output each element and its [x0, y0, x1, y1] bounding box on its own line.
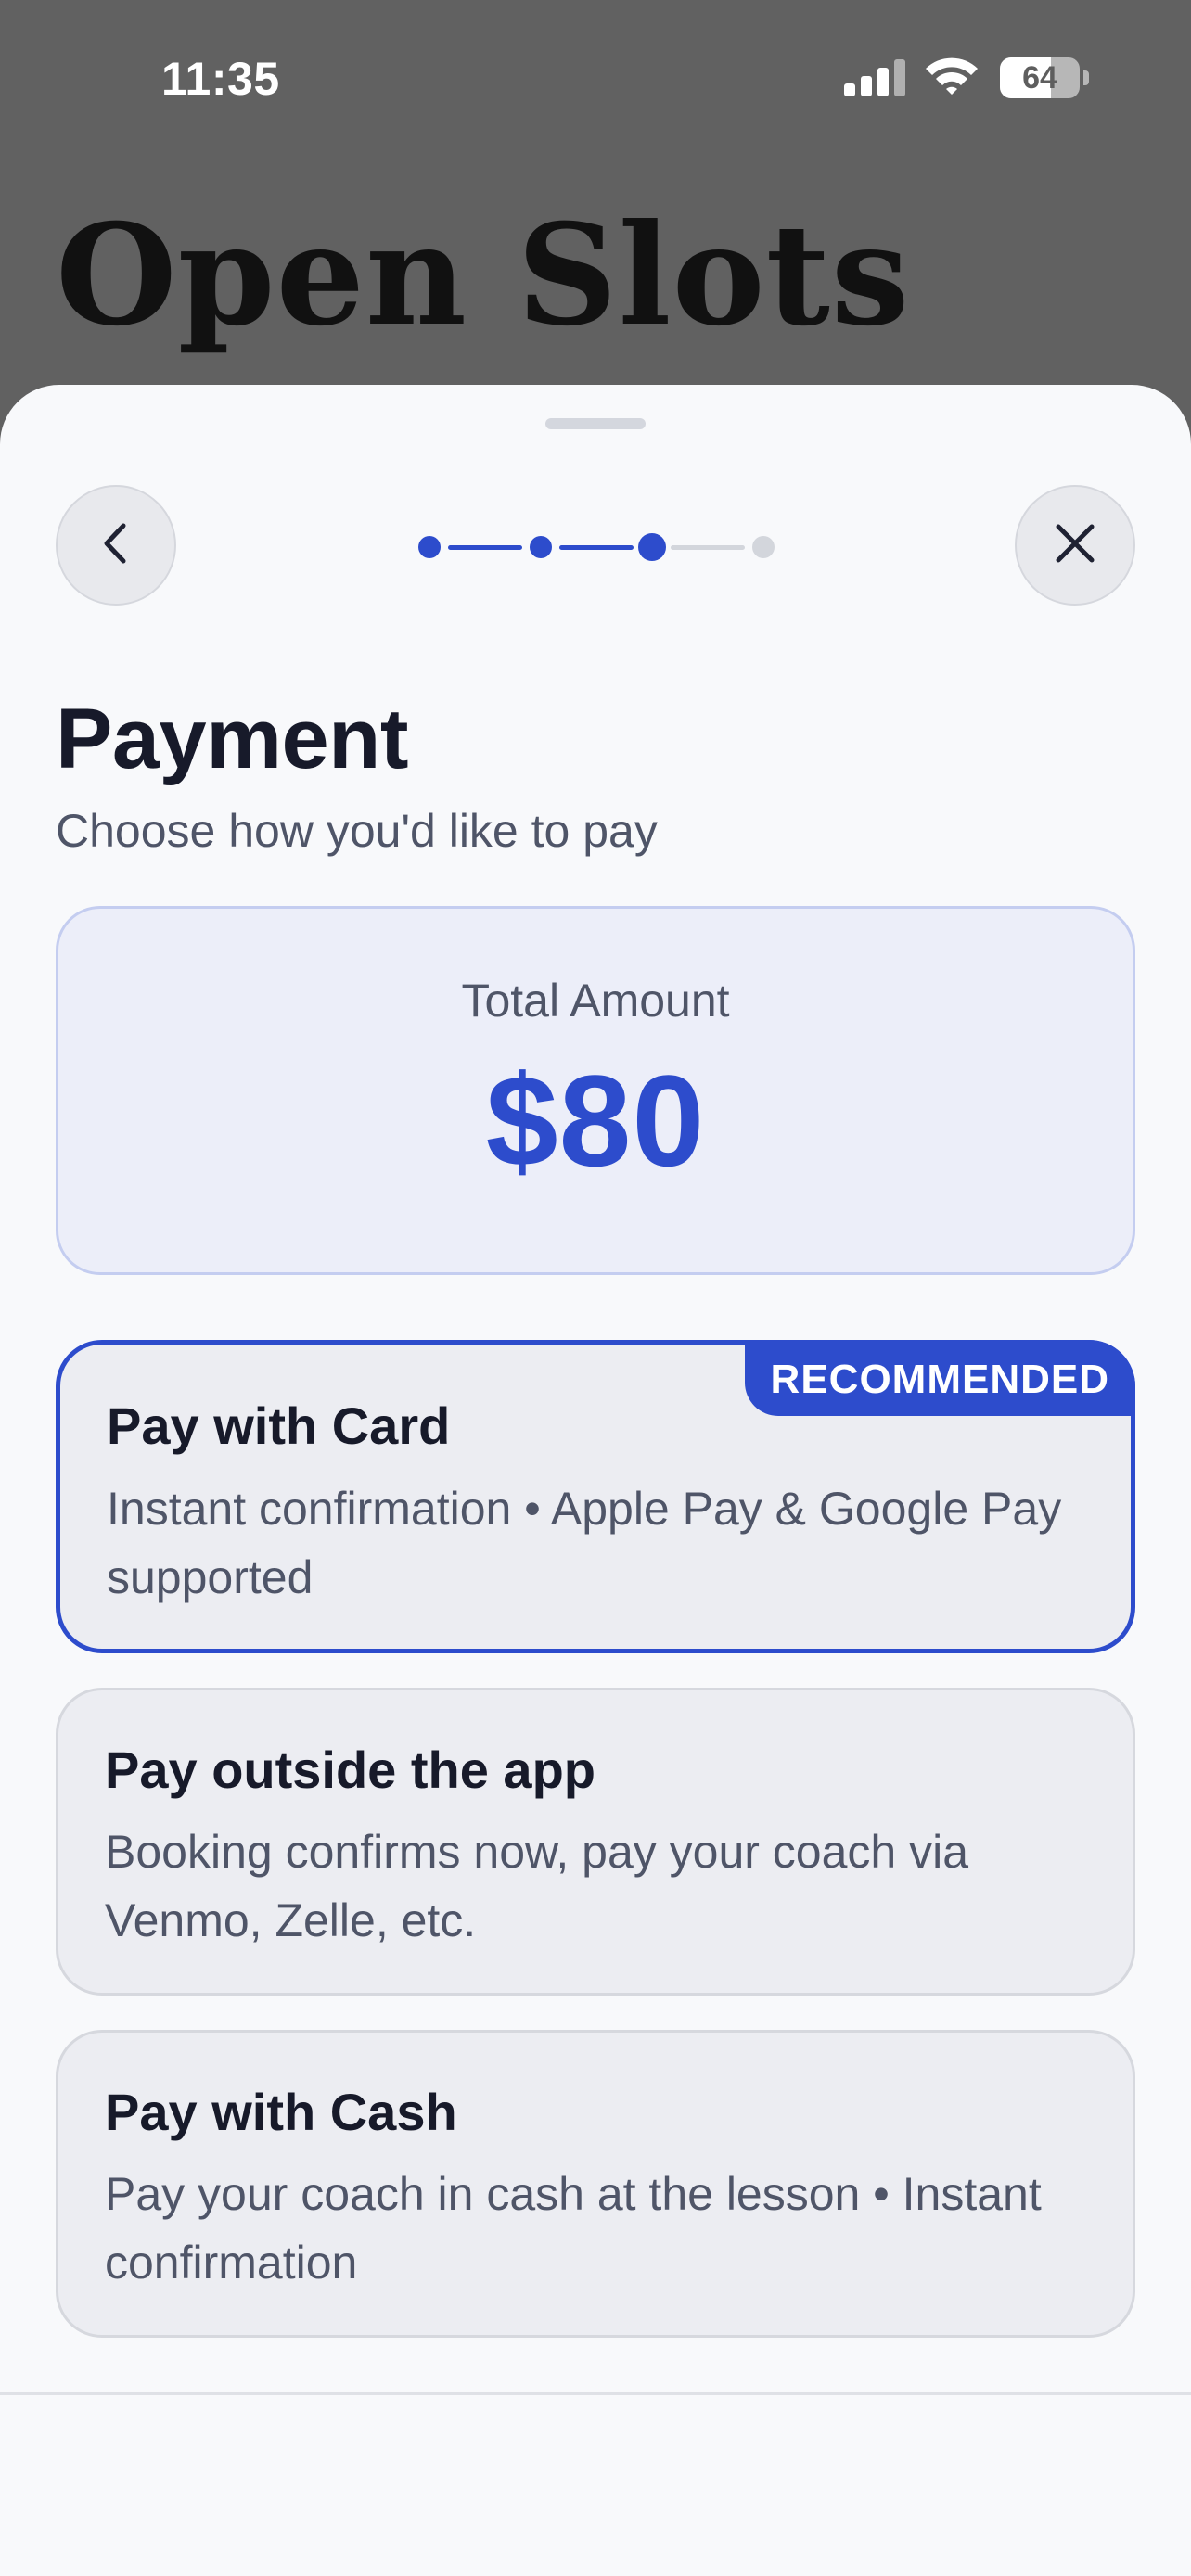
battery-level: 64	[1022, 60, 1057, 96]
status-bar: 11:35 64	[0, 0, 1191, 158]
step-connector	[671, 545, 745, 550]
total-amount-card: Total Amount $80	[56, 906, 1135, 1275]
progress-stepper	[416, 533, 775, 561]
total-amount-value: $80	[485, 1048, 706, 1193]
close-button[interactable]	[1015, 485, 1135, 606]
step-dot	[638, 533, 666, 561]
wifi-icon	[924, 54, 980, 101]
step-connector	[559, 545, 634, 550]
status-time: 11:35	[161, 53, 280, 105]
option-title: Pay with Cash	[105, 2083, 457, 2141]
sheet-grabber[interactable]	[545, 418, 646, 429]
page-title: Payment	[56, 692, 409, 786]
footer-divider	[0, 2392, 1191, 2395]
pay-with-cash-option[interactable]: Pay with Cash Pay your coach in cash at …	[56, 2030, 1135, 2338]
close-icon	[1053, 521, 1097, 570]
step-dot	[752, 536, 775, 558]
payment-sheet: Payment Choose how you'd like to pay Tot…	[0, 385, 1191, 2576]
pay-outside-app-option[interactable]: Pay outside the app Booking confirms now…	[56, 1688, 1135, 1996]
page-subtitle: Choose how you'd like to pay	[56, 805, 658, 857]
step-dot	[530, 536, 552, 558]
recommended-badge: RECOMMENDED	[744, 1340, 1135, 1416]
option-title: Pay outside the app	[105, 1741, 596, 1799]
option-description: Instant confirmation • Apple Pay & Googl…	[107, 1483, 1062, 1603]
back-button[interactable]	[56, 485, 176, 606]
step-dot	[418, 536, 441, 558]
pay-with-card-option[interactable]: RECOMMENDED Pay with Card Instant confir…	[56, 1340, 1135, 1653]
background-page-title: Open Slots	[56, 194, 911, 357]
option-title: Pay with Card	[107, 1396, 451, 1455]
signal-icon	[844, 59, 905, 101]
step-connector	[448, 545, 522, 550]
option-description: Pay your coach in cash at the lesson • I…	[105, 2168, 1042, 2289]
option-description: Booking confirms now, pay your coach via…	[105, 1826, 969, 1946]
total-amount-label: Total Amount	[461, 975, 730, 1027]
chevron-left-icon	[97, 520, 134, 571]
battery-icon: 64	[1000, 57, 1089, 98]
